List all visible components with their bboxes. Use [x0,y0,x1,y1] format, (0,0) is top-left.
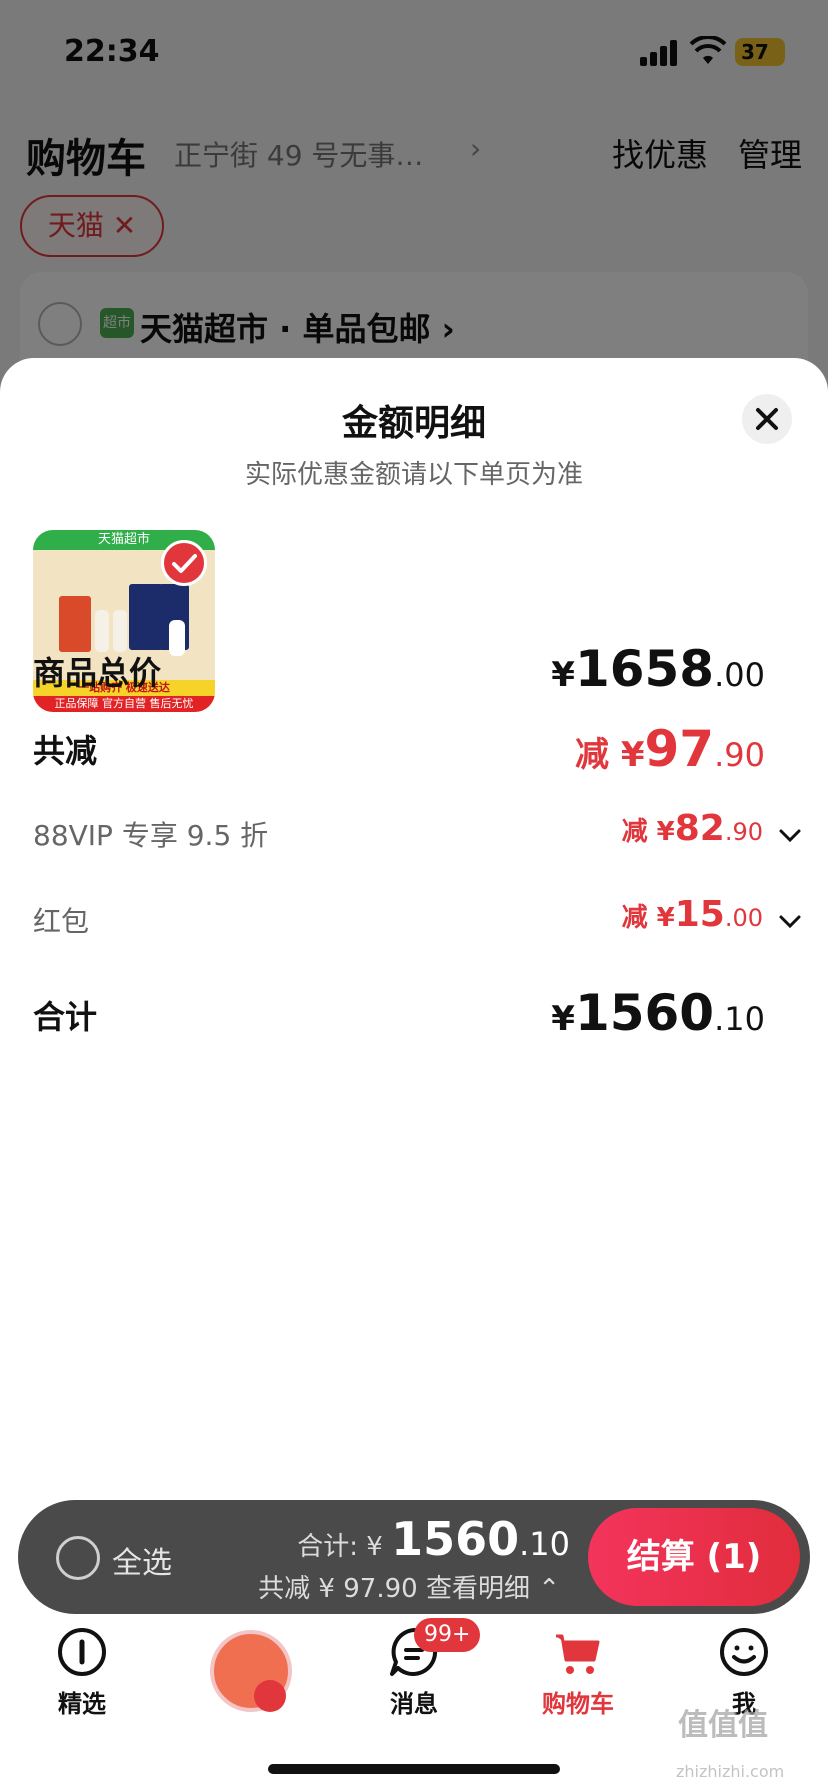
tab-cart[interactable]: 购物车 [518,1618,638,1728]
total-dec: .10 [714,1000,765,1038]
close-icon [756,408,778,430]
tab-label: 消息 [390,1690,438,1718]
selected-check-icon [161,540,207,586]
watermark-url: zhizhizhi.com [676,1762,785,1781]
red-packet-dec: .00 [724,904,763,932]
checkout-button[interactable]: 结算 (1) [588,1508,800,1606]
sheet-subtitle: 实际优惠金额请以下单页为准 [244,460,583,490]
currency-symbol: ¥ [551,999,575,1039]
red-packet-prefix: 减 ¥ [621,903,675,933]
home-indicator[interactable] [268,1764,560,1774]
subtotal-label: 商品总价 [33,654,162,692]
subtotal-dec: .00 [714,656,765,694]
total-value: ¥1560.10 [551,984,765,1042]
tab-home[interactable]: 精选 [22,1618,142,1728]
vip-discount-label: 88VIP 专享 9.5 折 [33,819,269,852]
message-count-badge: 99+ [414,1618,481,1652]
discount-label: 共减 [33,732,98,770]
home-icon [58,1628,106,1676]
total-label: 合计 [33,998,98,1036]
red-packet-label: 红包 [33,905,90,938]
sheet-title: 金额明细 [341,403,486,444]
select-all-radio[interactable] [56,1536,100,1580]
vip-discount-row[interactable]: 88VIP 专享 9.5 折 减 ¥82.90 [33,808,803,858]
vip-prefix: 减 ¥ [621,817,675,847]
tab-label: 购物车 [542,1690,614,1718]
checkout-total-dec: .10 [519,1525,570,1563]
vip-dec: .90 [724,818,763,846]
profile-icon [720,1628,768,1676]
cart-icon [556,1634,600,1674]
total-int: 1560 [574,984,715,1042]
currency-symbol: ¥ [551,655,575,695]
tab-label: 精选 [58,1690,106,1718]
discount-prefix: 减 ¥ [575,735,645,775]
discount-value: 减 ¥97.90 [575,720,765,778]
total-prefix: 合计: ¥ [297,1532,392,1562]
red-packet-int: 15 [674,894,725,935]
view-details-link[interactable]: 共减 ¥ 97.90 查看明细 ⌃ [258,1568,560,1605]
red-packet-value: 减 ¥15.00 [622,894,803,935]
red-packet-row[interactable]: 红包 减 ¥15.00 [33,894,803,944]
total-row: 合计 ¥1560.10 [33,984,803,1044]
chevron-down-icon[interactable] [777,827,803,845]
discount-dec: .90 [714,736,765,774]
discount-row: 共减 减 ¥97.90 [33,720,803,780]
subtotal-row: 商品总价 ¥1658.00 [33,640,803,700]
vip-discount-value: 减 ¥82.90 [622,808,803,849]
vip-int: 82 [674,808,725,849]
watermark: 值值值 [678,1708,768,1743]
chevron-down-icon[interactable] [777,913,803,931]
live-badge-icon [254,1680,286,1712]
checkout-bar: 全选 合计: ¥ 1560.10 共减 ¥ 97.90 查看明细 ⌃ 结算 (1… [18,1500,810,1614]
subtotal-value: ¥1658.00 [551,640,765,698]
checkout-total-int: 1560 [391,1512,520,1566]
subtotal-int: 1658 [574,640,715,698]
checkout-total: 合计: ¥ 1560.10 [297,1512,570,1566]
discount-int: 97 [644,720,715,778]
close-button[interactable] [742,394,792,444]
select-all-label[interactable]: 全选 [112,1538,172,1582]
